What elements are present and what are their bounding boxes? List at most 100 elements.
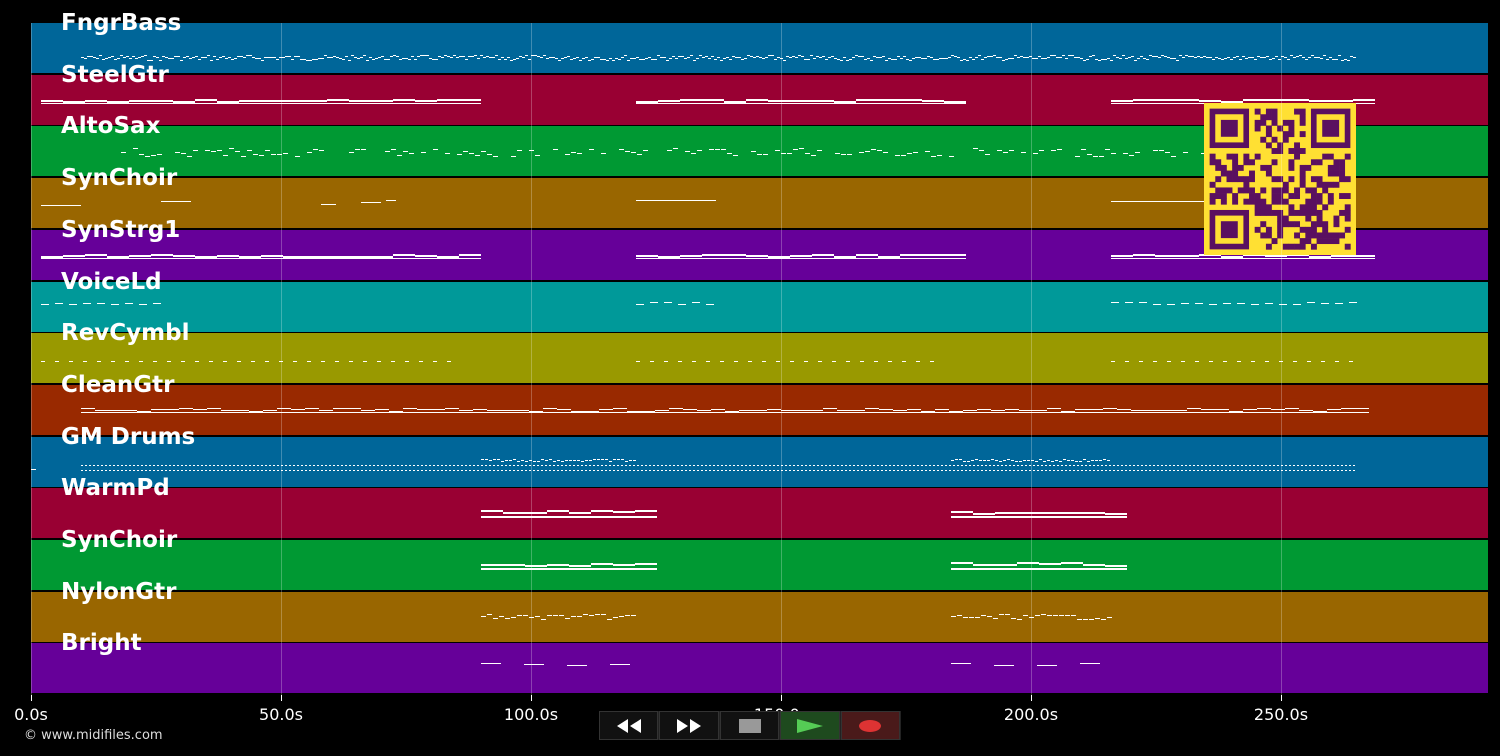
- midi-note: [1161, 464, 1163, 466]
- midi-note: [1071, 459, 1074, 461]
- midi-note: [481, 458, 484, 460]
- midi-note: [305, 99, 327, 102]
- midi-note: [285, 464, 287, 466]
- midi-note: [851, 409, 865, 411]
- midi-note: [1313, 464, 1315, 466]
- midi-note: [465, 464, 467, 466]
- midi-note: [1015, 460, 1018, 462]
- midi-note: [1173, 58, 1176, 59]
- midi-note: [81, 469, 83, 471]
- midi-note: [1135, 152, 1140, 154]
- midi-note: [741, 59, 744, 60]
- midi-note: [245, 469, 247, 471]
- midi-note: [692, 361, 696, 363]
- midi-note: [177, 56, 180, 57]
- midi-note: [509, 464, 511, 466]
- midi-note: [1109, 469, 1111, 471]
- midi-note: [473, 411, 487, 413]
- midi-note: [878, 102, 900, 104]
- midi-note: [95, 409, 109, 411]
- midi-note: [493, 469, 495, 471]
- midi-note: [583, 613, 588, 615]
- midi-note: [973, 464, 975, 466]
- record-button[interactable]: [840, 711, 901, 740]
- midi-note: [261, 102, 283, 104]
- midi-note: [944, 253, 966, 256]
- midi-note: [557, 459, 560, 461]
- midi-note: [985, 154, 990, 156]
- tick-mark: [281, 695, 282, 701]
- midi-note: [1249, 469, 1251, 471]
- midi-note: [649, 469, 651, 471]
- midi-note: [129, 58, 132, 59]
- midi-note: [1321, 361, 1325, 363]
- midi-note: [1083, 516, 1105, 519]
- midi-note: [1209, 464, 1211, 466]
- play-button[interactable]: [780, 711, 840, 740]
- midi-note: [725, 464, 727, 466]
- midi-note: [1157, 469, 1159, 471]
- midi-note: [609, 464, 611, 466]
- fast-forward-button[interactable]: [659, 711, 719, 740]
- midi-note: [233, 464, 235, 466]
- midi-note: [845, 469, 847, 471]
- midi-note: [1125, 469, 1127, 471]
- midi-note: [1061, 568, 1083, 570]
- midi-note: [569, 516, 591, 519]
- midi-note: [441, 464, 443, 466]
- midi-note: [1033, 469, 1035, 471]
- midi-note: [828, 57, 831, 58]
- midi-note: [1009, 469, 1011, 471]
- midi-note: [474, 55, 477, 56]
- midi-note: [1137, 58, 1140, 59]
- midi-note: [953, 464, 955, 466]
- midi-note: [715, 149, 720, 151]
- midi-note: [619, 149, 624, 151]
- midi-note: [261, 254, 283, 257]
- midi-note: [601, 153, 606, 155]
- midi-note: [1121, 464, 1123, 466]
- midi-note: [525, 55, 528, 56]
- midi-note: [993, 617, 998, 619]
- midi-note: [213, 56, 216, 57]
- midi-note: [781, 411, 795, 413]
- midi-note: [635, 563, 657, 565]
- midi-note: [437, 257, 459, 259]
- stop-button[interactable]: [719, 711, 780, 740]
- midi-note: [1003, 152, 1008, 154]
- midi-note: [948, 57, 951, 58]
- midi-note: [1083, 618, 1088, 620]
- midi-note: [183, 57, 186, 58]
- midi-note: [1105, 513, 1127, 516]
- midi-note: [1009, 150, 1014, 152]
- midi-note: [733, 155, 738, 157]
- midi-note: [481, 615, 486, 617]
- midi-note: [1073, 464, 1075, 466]
- midi-note: [893, 469, 895, 471]
- midi-note: [631, 614, 636, 616]
- midi-note: [241, 156, 246, 158]
- midi-note: [1017, 512, 1039, 515]
- midi-note: [453, 55, 456, 56]
- tick-label: 100.0s: [503, 705, 559, 724]
- midi-note: [189, 58, 192, 59]
- midi-note: [669, 464, 671, 466]
- midi-note: [517, 469, 519, 471]
- midi-note: [565, 617, 570, 619]
- midi-note: [113, 464, 115, 466]
- midi-note: [371, 99, 393, 102]
- midi-note: [553, 149, 558, 151]
- midi-note: [525, 469, 527, 471]
- midi-note: [1085, 469, 1087, 471]
- midi-note: [636, 254, 658, 257]
- midi-note: [360, 57, 363, 58]
- midi-note: [381, 56, 384, 57]
- midi-note: [473, 408, 487, 410]
- midi-note: [97, 464, 99, 466]
- midi-note: [878, 257, 900, 259]
- rewind-button[interactable]: [599, 711, 659, 740]
- midi-note: [1139, 301, 1147, 303]
- midi-note: [495, 55, 498, 56]
- midi-note: [1133, 253, 1155, 256]
- midi-note: [1009, 464, 1011, 466]
